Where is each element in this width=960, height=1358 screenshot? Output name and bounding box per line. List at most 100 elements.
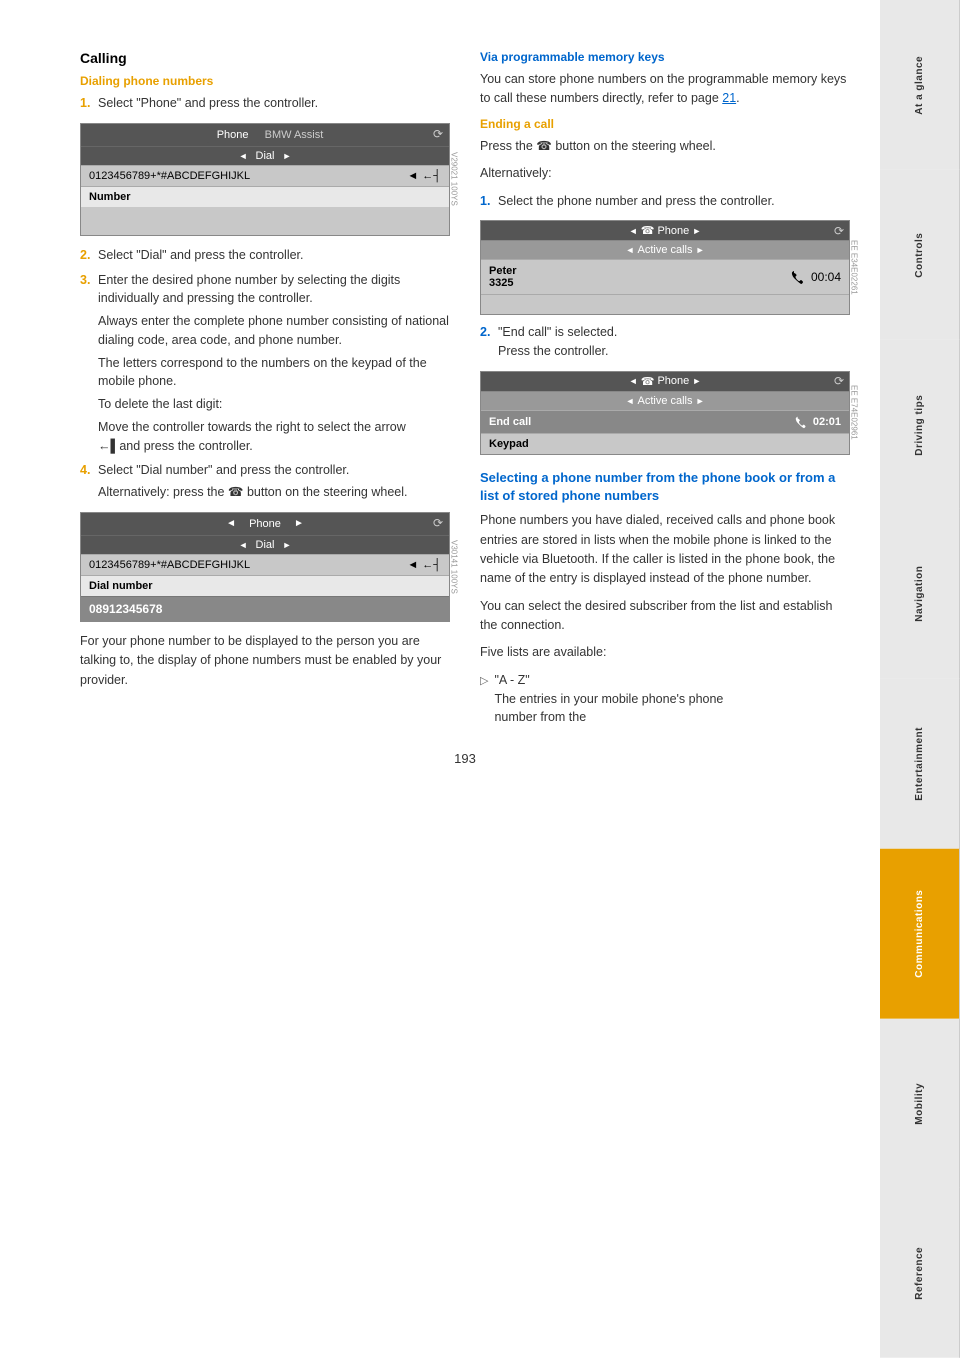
psm-nav-r1: ► [692,376,701,386]
bmw-assist-tab: BMW Assist [265,129,324,141]
bullet-item-az: ▷ "A - Z" The entries in your mobile pho… [480,671,850,727]
keyboard-arrows-2: ◄ ←┤ [407,559,441,571]
psm-endcall-row: End call 02:01 [481,410,849,433]
step-num-2: 2. [80,246,90,265]
step-num-1: 1. [80,94,90,113]
step-3-note2: The letters correspond to the numbers on… [98,354,450,392]
step-4-alt: Alternatively: press the ☎ button on the… [98,483,450,502]
step-list-2: 2. Select "Dial" and press the controlle… [80,246,450,502]
psm-1: ◄ ☎ Phone ► ⟳ ◄ Active calls [480,371,850,455]
psm-icon-1: ⟳ [834,374,844,388]
active-calls-label-2: Active calls [637,395,692,407]
active-calls-label-1: Active calls [637,244,692,256]
sidebar-tab-mobility[interactable]: Mobility [880,1019,960,1189]
step-3-text: Enter the desired phone number by select… [98,273,400,306]
pss-nav-r1: ► [692,226,701,236]
end-call-icon [795,415,809,429]
sidebar-tab-controls[interactable]: Controls [880,170,960,340]
nav-right-1: ► [282,151,291,161]
step-4: 4. Select "Dial number" and press the co… [80,461,450,502]
caller-info-1: Peter 3325 [489,265,517,289]
pss-nav-r2: ► [696,245,705,255]
via-memory-title: Via programmable memory keys [480,50,850,64]
screen-box-2: ◄ Phone ► ⟳ ◄ Dial ► 0123456789+*#ABCDEF… [80,512,450,622]
caller-number-1: 3325 [489,277,517,289]
ending-step-list-2: 2. "End call" is selected.Press the cont… [480,323,850,361]
screen-nav-dial-1: ◄ Dial ► [81,146,449,165]
selecting-text-1: Phone numbers you have dialed, received … [480,511,850,589]
sidebar-tab-entertainment[interactable]: Entertainment [880,679,960,849]
pss-phone-icon-1: ☎ [641,224,655,237]
end-call-label: End call [489,416,531,428]
bullet-az-content: "A - Z" The entries in your mobile phone… [494,671,723,727]
pss-1: ◄ ☎ Phone ► ⟳ ◄ Active calls [480,220,850,315]
bullet-az-label: "A - Z" [494,671,723,690]
screen2-side-label: V30141 100YS [448,512,460,622]
screen-phone-1: Phone BMW Assist ⟳ ◄ Dial ► 0123456789+*… [80,123,450,236]
end-call-time: 02:01 [795,415,841,429]
nav-right-dial-2: ► [282,540,291,550]
screen-number-label-1: Number [81,186,449,207]
selecting-text-2: You can select the desired subscriber fr… [480,597,850,636]
step-1: 1. Select "Phone" and press the controll… [80,94,450,113]
right-column: Via programmable memory keys You can sto… [480,50,850,731]
step-num-4: 4. [80,461,90,480]
ending-step-2: 2. "End call" is selected.Press the cont… [480,323,850,361]
screen4-side-label: EE E74E02961 [848,371,860,455]
screen-keyboard-2: 0123456789+*#ABCDEFGHIJKL ◄ ←┤ [81,554,449,575]
pss-nav-l2: ◄ [626,245,635,255]
phone-tab: Phone [207,127,259,143]
ending-step-num-2: 2. [480,323,490,342]
screen-header-1: Phone BMW Assist ⟳ [81,124,449,146]
step-3-note1: Always enter the complete phone number c… [98,312,450,350]
left-column: Calling Dialing phone numbers 1. Select … [80,50,450,731]
selecting-title: Selecting a phone number from the phone … [480,469,850,505]
active-calls-screen-1: ◄ ☎ Phone ► ⟳ ◄ Active calls [480,220,850,315]
psm-keypad-row: Keypad [481,433,849,454]
five-lists-text: Five lists are available: [480,643,850,662]
screen1-side-label: V29021 100YS [448,123,460,236]
backspace-icon-2: ◄ [407,559,418,571]
page-link-21[interactable]: 21 [722,91,736,105]
step-3-note4: Move the controller towards the right to… [98,418,450,456]
ending-call-title: Ending a call [480,117,850,131]
sidebar-tab-driving-tips[interactable]: Driving tips [880,340,960,510]
nav-right-2: ► [294,518,304,529]
sidebar-tab-reference[interactable]: Reference [880,1188,960,1358]
nav-left-2: ◄ [226,518,236,529]
screen-phone-2: ◄ Phone ► ⟳ ◄ Dial ► 0123456789+*#ABCDEF… [80,512,450,622]
main-content: Calling Dialing phone numbers 1. Select … [0,0,880,1358]
dial-label-2: Dial [256,539,275,551]
sidebar-tab-at-a-glance[interactable]: At a glance [880,0,960,170]
pss-phone-label-1: Phone [657,225,689,237]
ending-step-list: 1. Select the phone number and press the… [480,192,850,211]
delete-icon-1: ←┤ [422,170,441,182]
screen-phone-value: 08912345678 [81,596,449,621]
screen-empty-1 [81,207,449,235]
section-title: Calling [80,50,450,66]
screen-keyboard-1: 0123456789+*#ABCDEFGHIJKL ◄ ←┤ [81,165,449,186]
psm-header-1: ◄ ☎ Phone ► ⟳ [481,372,849,391]
sidebar-tab-navigation[interactable]: Navigation [880,509,960,679]
step-3: 3. Enter the desired phone number by sel… [80,271,450,456]
pss-icon-1: ⟳ [834,224,844,238]
step-list-left: 1. Select "Phone" and press the controll… [80,94,450,113]
sidebar-tab-communications[interactable]: Communications [880,849,960,1019]
keyboard-chars-1: 0123456789+*#ABCDEFGHIJKL [89,170,250,182]
bullet-arrow-1: ▷ [480,673,488,727]
right-sidebar: At a glance Controls Driving tips Naviga… [880,0,960,1358]
backspace-icon-1: ◄ [407,170,418,182]
call-time-1: 00:04 [791,269,841,285]
ending-step1: Press the ☎ button on the steering wheel… [480,137,850,156]
screen-dialnumber-label: Dial number [81,575,449,596]
step-2: 2. Select "Dial" and press the controlle… [80,246,450,265]
ending-alt: Alternatively: [480,164,850,183]
screen-header-2: ◄ Phone ► ⟳ [81,513,449,535]
footer-text: For your phone number to be displayed to… [80,632,450,690]
psm-nav-l2: ◄ [626,396,635,406]
via-memory-text: You can store phone numbers on the progr… [480,70,850,109]
nav-left-dial-2: ◄ [239,540,248,550]
step-num-3: 3. [80,271,90,290]
psm-phone-label-1: Phone [657,375,689,387]
pss-header-1: ◄ ☎ Phone ► ⟳ [481,221,849,240]
